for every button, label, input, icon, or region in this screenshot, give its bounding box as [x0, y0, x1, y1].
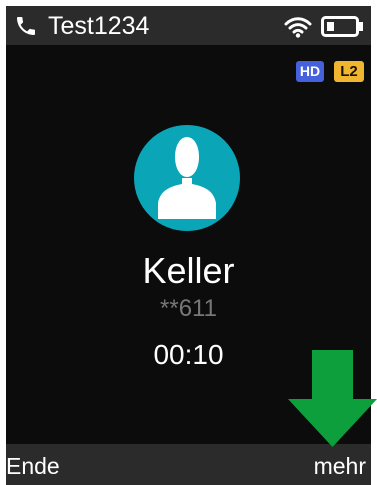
caller-name: Keller	[142, 250, 235, 291]
status-bar: Test1234	[6, 6, 371, 45]
battery-icon	[321, 16, 363, 37]
softkey-bar: Ende mehr	[6, 444, 371, 485]
status-title: Test1234	[48, 12, 150, 40]
more-softkey[interactable]: mehr	[314, 452, 366, 480]
wifi-icon	[284, 17, 312, 38]
line-badge: L2	[334, 61, 364, 82]
end-call-softkey[interactable]: Ende	[6, 452, 60, 480]
user-silhouette-icon	[158, 137, 216, 219]
caller-number: **611	[160, 295, 217, 322]
hd-badge: HD	[296, 61, 324, 82]
phone-handset-icon	[17, 17, 35, 35]
down-arrow-icon	[288, 350, 377, 447]
contact-avatar	[134, 125, 240, 231]
phone-device: Test1234 HD L2 Keller **611 00:10 Ende m…	[0, 0, 377, 485]
